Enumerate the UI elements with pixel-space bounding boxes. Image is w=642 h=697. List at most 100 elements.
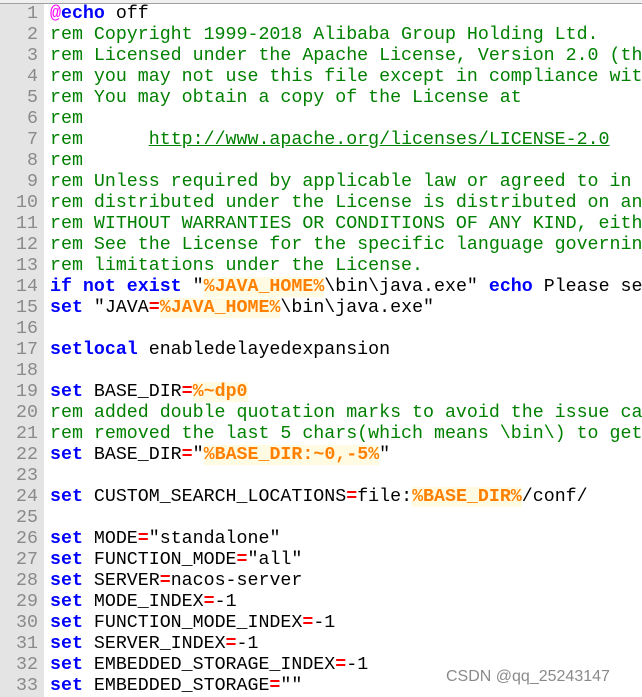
- line-code: rem: [50, 151, 83, 172]
- line-number: 23: [16, 466, 38, 486]
- code-line[interactable]: 9 rem Unless required by applicable law o…: [0, 172, 642, 193]
- text-token: "": [280, 676, 303, 696]
- code-line[interactable]: 2 rem Copyright 1999-2018 Alibaba Group H…: [0, 25, 642, 46]
- line-code: setlocal enabledelayedexpansion: [50, 340, 390, 361]
- line-code: @echo off: [50, 4, 149, 25]
- text-token: "JAVA: [82, 298, 149, 318]
- comment-token: rem distributed under the License is dis…: [50, 193, 642, 213]
- line-number: 28: [16, 571, 38, 591]
- text-token: -1: [214, 592, 237, 612]
- text-token: -1: [236, 634, 259, 654]
- code-line[interactable]: 3 rem Licensed under the Apache License, …: [0, 46, 642, 67]
- text-token: BASE_DIR: [82, 445, 182, 465]
- code-line[interactable]: 15 set "JAVA=%JAVA_HOME%\bin\java.exe": [0, 298, 642, 319]
- url-link[interactable]: http://www.apache.org/licenses/LICENSE-2…: [149, 130, 610, 150]
- code-line[interactable]: 21 rem removed the last 5 chars(which mea…: [0, 424, 642, 445]
- code-line[interactable]: 6 rem: [0, 109, 642, 130]
- code-line[interactable]: 7 rem http://www.apache.org/licenses/LICE…: [0, 130, 642, 151]
- line-number: 4: [27, 67, 38, 87]
- operator-token: =: [181, 445, 193, 465]
- code-line[interactable]: 14 if not exist "%JAVA_HOME%\bin\java.exe…: [0, 277, 642, 298]
- comment-token: rem: [50, 130, 149, 150]
- variable-token: %BASE_DIR%: [412, 487, 522, 507]
- code-line[interactable]: 12 rem See the License for the specific l…: [0, 235, 642, 256]
- line-code: rem Copyright 1999-2018 Alibaba Group Ho…: [50, 25, 599, 46]
- code-line[interactable]: 19 set BASE_DIR=%~dp0: [0, 382, 642, 403]
- line-number: 21: [16, 424, 38, 444]
- line-code: rem removed the last 5 chars(which means…: [50, 424, 642, 445]
- text-token: MODE: [82, 529, 138, 549]
- code-line[interactable]: 16: [0, 319, 642, 340]
- text-token: enabledelayedexpansion: [137, 340, 391, 360]
- line-number: 2: [27, 25, 38, 45]
- line-number: 26: [16, 529, 38, 549]
- code-line[interactable]: 20 rem added double quotation marks to av…: [0, 403, 642, 424]
- text-token: /conf/: [521, 487, 588, 507]
- line-code: set "JAVA=%JAVA_HOME%\bin\java.exe": [50, 298, 434, 319]
- text-token: "all": [247, 550, 303, 570]
- operator-token: =: [302, 613, 314, 633]
- line-number: 22: [16, 445, 38, 465]
- code-line[interactable]: 4 rem you may not use this file except in…: [0, 67, 642, 88]
- code-line[interactable]: 30 set FUNCTION_MODE_INDEX=-1: [0, 613, 642, 634]
- text-token: CUSTOM_SEARCH_LOCATIONS: [82, 487, 347, 507]
- code-line[interactable]: 23: [0, 466, 642, 487]
- comment-token: rem: [50, 109, 83, 129]
- comment-token: rem Licensed under the Apache License, V…: [50, 46, 642, 66]
- code-line[interactable]: 13 rem limitations under the License.: [0, 256, 642, 277]
- variable-token: %JAVA_HOME%: [203, 277, 325, 297]
- line-number: 3: [27, 46, 38, 66]
- code-line[interactable]: 22 set BASE_DIR="%BASE_DIR:~0,-5%": [0, 445, 642, 466]
- keyword-token: set: [50, 529, 83, 549]
- keyword-token: set: [50, 613, 83, 633]
- keyword-token: setlocal: [50, 340, 138, 360]
- line-code: set FUNCTION_MODE_INDEX=-1: [50, 613, 335, 634]
- code-line[interactable]: 25: [0, 508, 642, 529]
- text-token: -1: [313, 613, 336, 633]
- text-token: SERVER_INDEX: [82, 634, 226, 654]
- code-line[interactable]: 5 rem You may obtain a copy of the Licens…: [0, 88, 642, 109]
- keyword-token: set: [50, 634, 83, 654]
- code-line[interactable]: 26 set MODE="standalone": [0, 529, 642, 550]
- text-token: MODE_INDEX: [82, 592, 204, 612]
- line-number: 16: [16, 319, 38, 339]
- operator-token: =: [181, 382, 193, 402]
- variable-token: %~dp0: [192, 382, 248, 402]
- code-line[interactable]: 17 setlocal enabledelayedexpansion: [0, 340, 642, 361]
- code-line[interactable]: 1 @echo off: [0, 4, 642, 25]
- code-line[interactable]: 8 rem: [0, 151, 642, 172]
- text-token: -1: [346, 655, 369, 675]
- text-token: ": [181, 277, 204, 297]
- line-code: set BASE_DIR=%~dp0: [50, 382, 248, 403]
- line-code: set FUNCTION_MODE="all": [50, 550, 302, 571]
- code-line[interactable]: 29 set MODE_INDEX=-1: [0, 592, 642, 613]
- operator-token: =: [335, 655, 347, 675]
- code-line[interactable]: 28 set SERVER=nacos-server: [0, 571, 642, 592]
- line-number: 11: [16, 214, 38, 234]
- line-number: 31: [16, 634, 38, 654]
- line-number: 13: [16, 256, 38, 276]
- operator-token: =: [159, 571, 171, 591]
- code-editor[interactable]: 1 @echo off 2 rem Copyright 1999-2018 Aliba…: [0, 4, 642, 697]
- code-line[interactable]: 11 rem WITHOUT WARRANTIES OR CONDITIONS O…: [0, 214, 642, 235]
- comment-token: rem Unless required by applicable law or…: [50, 172, 632, 192]
- line-code: set EMBEDDED_STORAGE="": [50, 676, 302, 697]
- line-number: 9: [27, 172, 38, 192]
- code-line[interactable]: 18: [0, 361, 642, 382]
- operator-token: =: [269, 676, 281, 696]
- text-token: FUNCTION_MODE: [82, 550, 237, 570]
- line-number: 27: [16, 550, 38, 570]
- keyword-token: set: [50, 655, 83, 675]
- text-token: nacos-server: [170, 571, 303, 591]
- keyword-token: set: [50, 676, 83, 696]
- code-line[interactable]: 10 rem distributed under the License is d…: [0, 193, 642, 214]
- keyword-token: set: [50, 571, 83, 591]
- code-line[interactable]: 24 set CUSTOM_SEARCH_LOCATIONS=file:%BASE…: [0, 487, 642, 508]
- code-line[interactable]: 31 set SERVER_INDEX=-1: [0, 634, 642, 655]
- code-line[interactable]: 27 set FUNCTION_MODE="all": [0, 550, 642, 571]
- line-code: set MODE="standalone": [50, 529, 280, 550]
- operator-token: =: [346, 487, 358, 507]
- line-number: 1: [27, 4, 38, 24]
- text-token: \bin\java.exe": [280, 298, 435, 318]
- line-number: 20: [16, 403, 38, 423]
